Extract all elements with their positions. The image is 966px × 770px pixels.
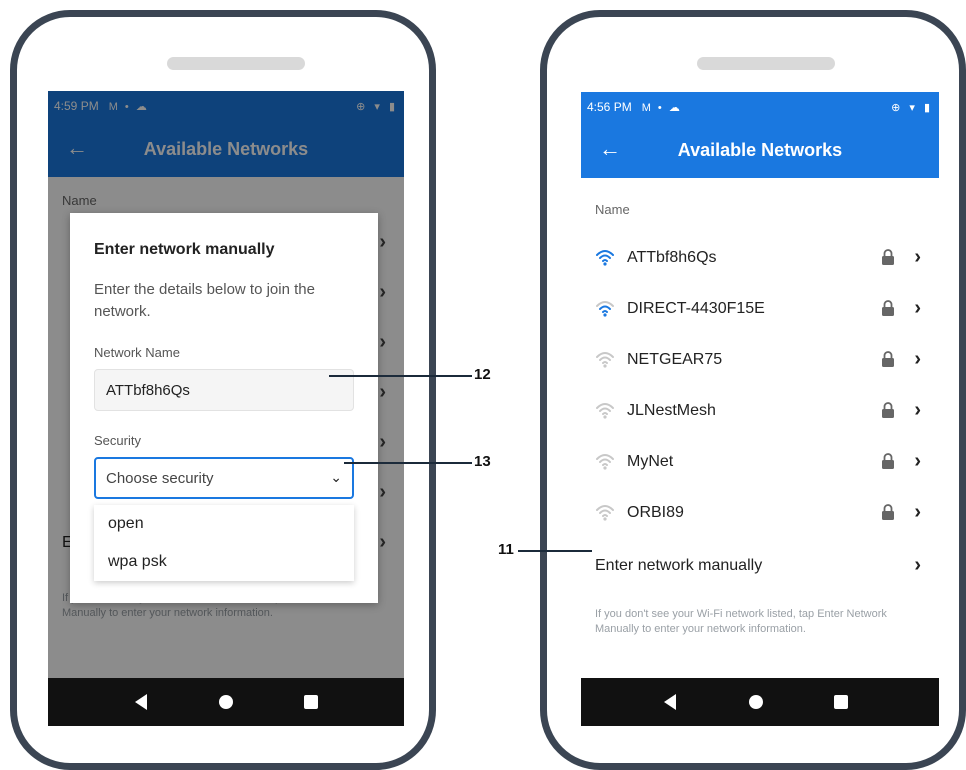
wifi-icon [596,403,614,419]
left-phone-screen: 4:59 PM M • ☁ ⊕ ▾ ▮ ← Available Networks… [48,91,404,726]
network-name-label: Network Name [94,345,180,360]
wifi-icon [596,454,614,470]
network-ssid: JLNestMesh [627,402,716,419]
wifi-icon [596,301,614,317]
network-ssid: MyNet [627,453,674,470]
nav-recents-icon[interactable] [304,695,318,709]
network-row[interactable]: MyNet › [581,438,939,488]
network-ssid: NETGEAR75 [627,351,723,368]
network-row[interactable]: JLNestMesh › [581,387,939,437]
lock-icon [882,402,894,418]
lock-icon [882,249,894,265]
nav-home-icon[interactable] [219,695,233,709]
lock-icon [882,453,894,469]
chevron-right-icon: › [914,501,921,523]
security-label: Security [94,433,141,448]
chevron-right-icon: › [914,246,921,268]
callout-12-number: 12 [474,366,491,383]
callout-13-line [344,462,472,464]
security-option-open[interactable]: open [94,505,354,543]
callout-13-number: 13 [474,453,491,470]
nav-back-icon[interactable] [135,694,147,710]
android-nav-bar [581,678,939,726]
chevron-right-icon: › [914,450,921,472]
callout-11-line [518,550,592,552]
security-placeholder: Choose security [106,470,214,487]
network-row[interactable]: NETGEAR75 › [581,336,939,386]
status-notification-icons: M • ☁ [641,101,682,114]
manual-entry-label: Enter network manually [595,557,763,574]
left-phone-speaker [167,57,305,70]
nav-back-icon[interactable] [664,694,676,710]
status-system-icons: ⊕ ▾ ▮ [891,101,933,114]
chevron-right-icon: › [914,348,921,370]
app-bar: ← Available Networks [581,122,939,178]
manual-entry-row[interactable]: Enter network manually › [581,542,939,592]
status-time: 4:56 PM [587,100,632,114]
security-dropdown[interactable]: Choose security ⌄ [94,457,354,499]
dialog-title: Enter network manually [94,241,275,258]
status-bar: 4:56 PM M • ☁ ⊕ ▾ ▮ [581,92,939,122]
nav-recents-icon[interactable] [834,695,848,709]
chevron-right-icon: › [914,297,921,319]
network-ssid: DIRECT-4430F15E [627,300,765,317]
chevron-right-icon: › [914,399,921,421]
name-section-label: Name [595,202,630,217]
right-phone-frame: 4:56 PM M • ☁ ⊕ ▾ ▮ ← Available Networks… [540,10,966,770]
security-options-menu: open wpa psk [94,505,354,581]
wifi-icon [596,250,614,266]
network-name-field[interactable]: ATTbf8h6Qs [94,369,354,411]
chevron-down-icon: ⌄ [330,469,342,485]
left-phone-frame: 4:59 PM M • ☁ ⊕ ▾ ▮ ← Available Networks… [10,10,436,770]
dialog-description: Enter the details below to join the netw… [94,281,315,320]
security-option-wpa-psk[interactable]: wpa psk [94,543,354,581]
lock-icon [882,504,894,520]
wifi-icon [596,352,614,368]
page-title: Available Networks [677,140,843,160]
callout-11-number: 11 [498,541,514,558]
network-ssid: ATTbf8h6Qs [627,249,717,266]
nav-home-icon[interactable] [749,695,763,709]
network-row[interactable]: DIRECT-4430F15E › [581,285,939,335]
lock-icon [882,351,894,367]
help-footnote: If you don't see your Wi-Fi network list… [595,608,887,635]
right-phone-screen: 4:56 PM M • ☁ ⊕ ▾ ▮ ← Available Networks… [581,92,939,726]
chevron-right-icon: › [914,554,921,576]
callout-12-line [329,375,472,377]
network-row[interactable]: ATTbf8h6Qs › [581,234,939,284]
network-row[interactable]: ORBI89 › [581,489,939,539]
lock-icon [882,300,894,316]
wifi-icon [596,505,614,521]
android-nav-bar [48,678,404,726]
right-phone-speaker [697,57,835,70]
enter-network-dialog: Enter network manually Enter the details… [70,213,378,603]
network-ssid: ORBI89 [627,504,684,521]
